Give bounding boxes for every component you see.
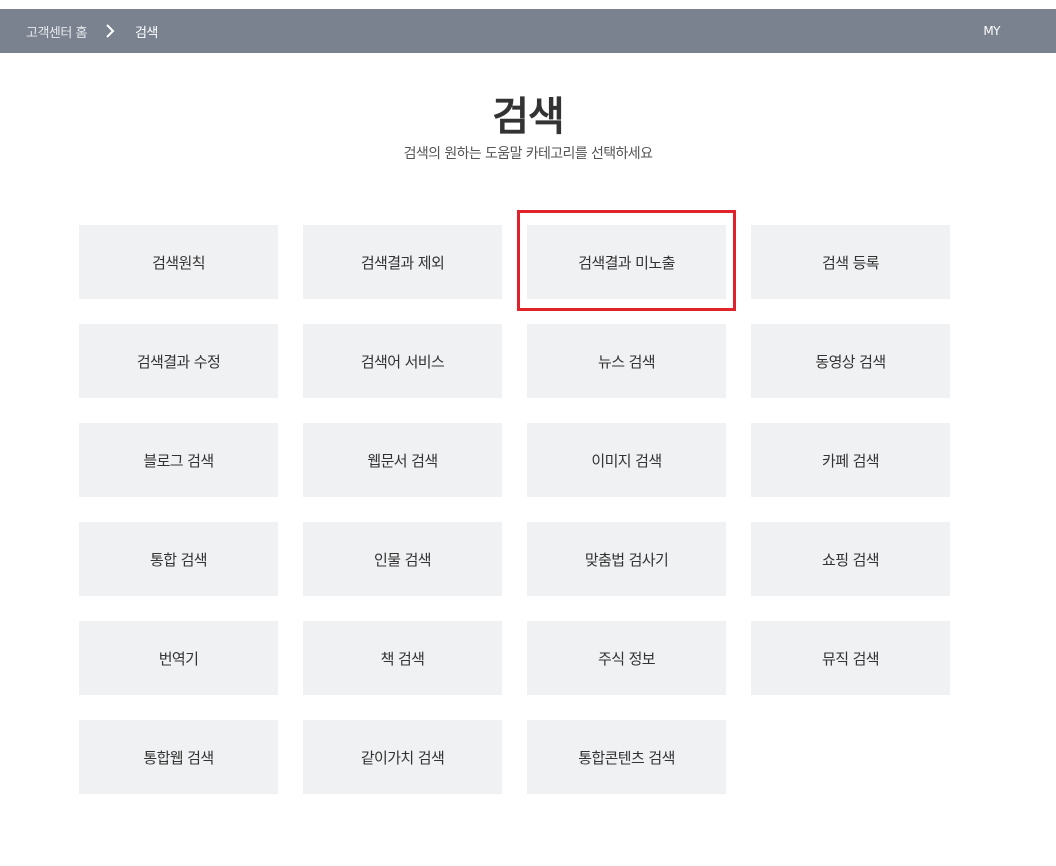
category-item[interactable]: 이미지 검색 [527,423,726,497]
category-item[interactable]: 검색결과 수정 [79,324,278,398]
category-item[interactable]: 검색결과 제외 [303,225,502,299]
top-gap [0,0,1056,9]
chevron-right-icon [106,24,115,38]
breadcrumb-current: 검색 [134,25,158,41]
category-item[interactable]: 검색결과 미노출 [527,225,726,299]
category-item[interactable]: 주식 정보 [527,621,726,695]
page-title: 검색 [492,94,565,140]
category-item[interactable]: 책 검색 [303,621,502,695]
category-item[interactable]: 통합 검색 [79,522,278,596]
category-item[interactable]: 뉴스 검색 [527,324,726,398]
category-item[interactable]: 통합웹 검색 [79,720,278,794]
breadcrumb-home-link[interactable]: 고객센터 홈 [26,22,87,41]
category-item[interactable]: 웹문서 검색 [303,423,502,497]
breadcrumb: 고객센터 홈 검색 [26,22,158,41]
category-item[interactable]: 통합콘텐츠 검색 [527,720,726,794]
category-item[interactable]: 맞춤법 검사기 [527,522,726,596]
category-item[interactable]: 번역기 [79,621,278,695]
category-item[interactable]: 검색원칙 [79,225,278,299]
category-item[interactable]: 검색 등록 [751,225,950,299]
category-item[interactable]: 인물 검색 [303,522,502,596]
category-item[interactable]: 검색어 서비스 [303,324,502,398]
category-item[interactable]: 같이가치 검색 [303,720,502,794]
category-item[interactable]: 뮤직 검색 [751,621,950,695]
top-bar: 고객센터 홈 검색 MY [0,9,1056,53]
page-subtitle: 검색의 원하는 도움말 카테고리를 선택하세요 [403,146,653,162]
category-item[interactable]: 블로그 검색 [79,423,278,497]
category-item[interactable]: 카페 검색 [751,423,950,497]
my-menu-link[interactable]: MY [983,9,1000,53]
category-item[interactable]: 동영상 검색 [751,324,950,398]
category-item[interactable]: 쇼핑 검색 [751,522,950,596]
category-grid: 검색원칙 검색결과 제외 검색결과 미노출 검색 등록 검색결과 수정 검색어 … [79,225,951,794]
